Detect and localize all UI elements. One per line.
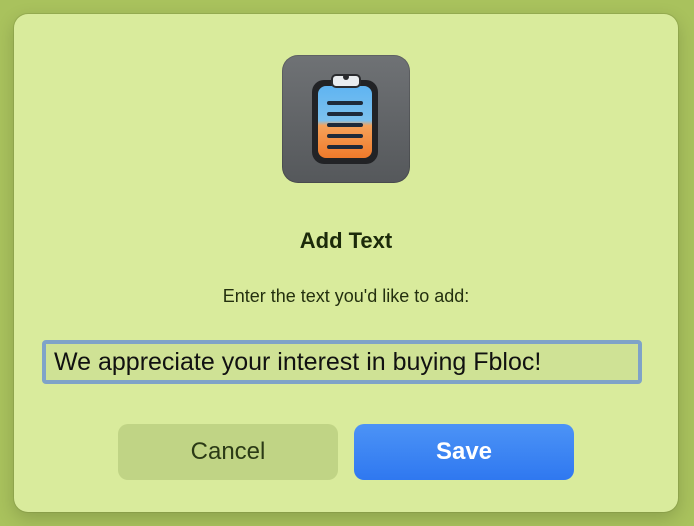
- dialog-prompt: Enter the text you'd like to add:: [222, 286, 470, 306]
- save-button[interactable]: Save: [354, 424, 574, 480]
- dialog-title: Add Text: [299, 228, 393, 253]
- cancel-button[interactable]: Cancel: [118, 424, 338, 480]
- clipboard-icon: [282, 55, 410, 183]
- add-text-dialog: Add Text Enter the text you'd like to ad…: [14, 14, 678, 512]
- text-input[interactable]: [42, 340, 642, 384]
